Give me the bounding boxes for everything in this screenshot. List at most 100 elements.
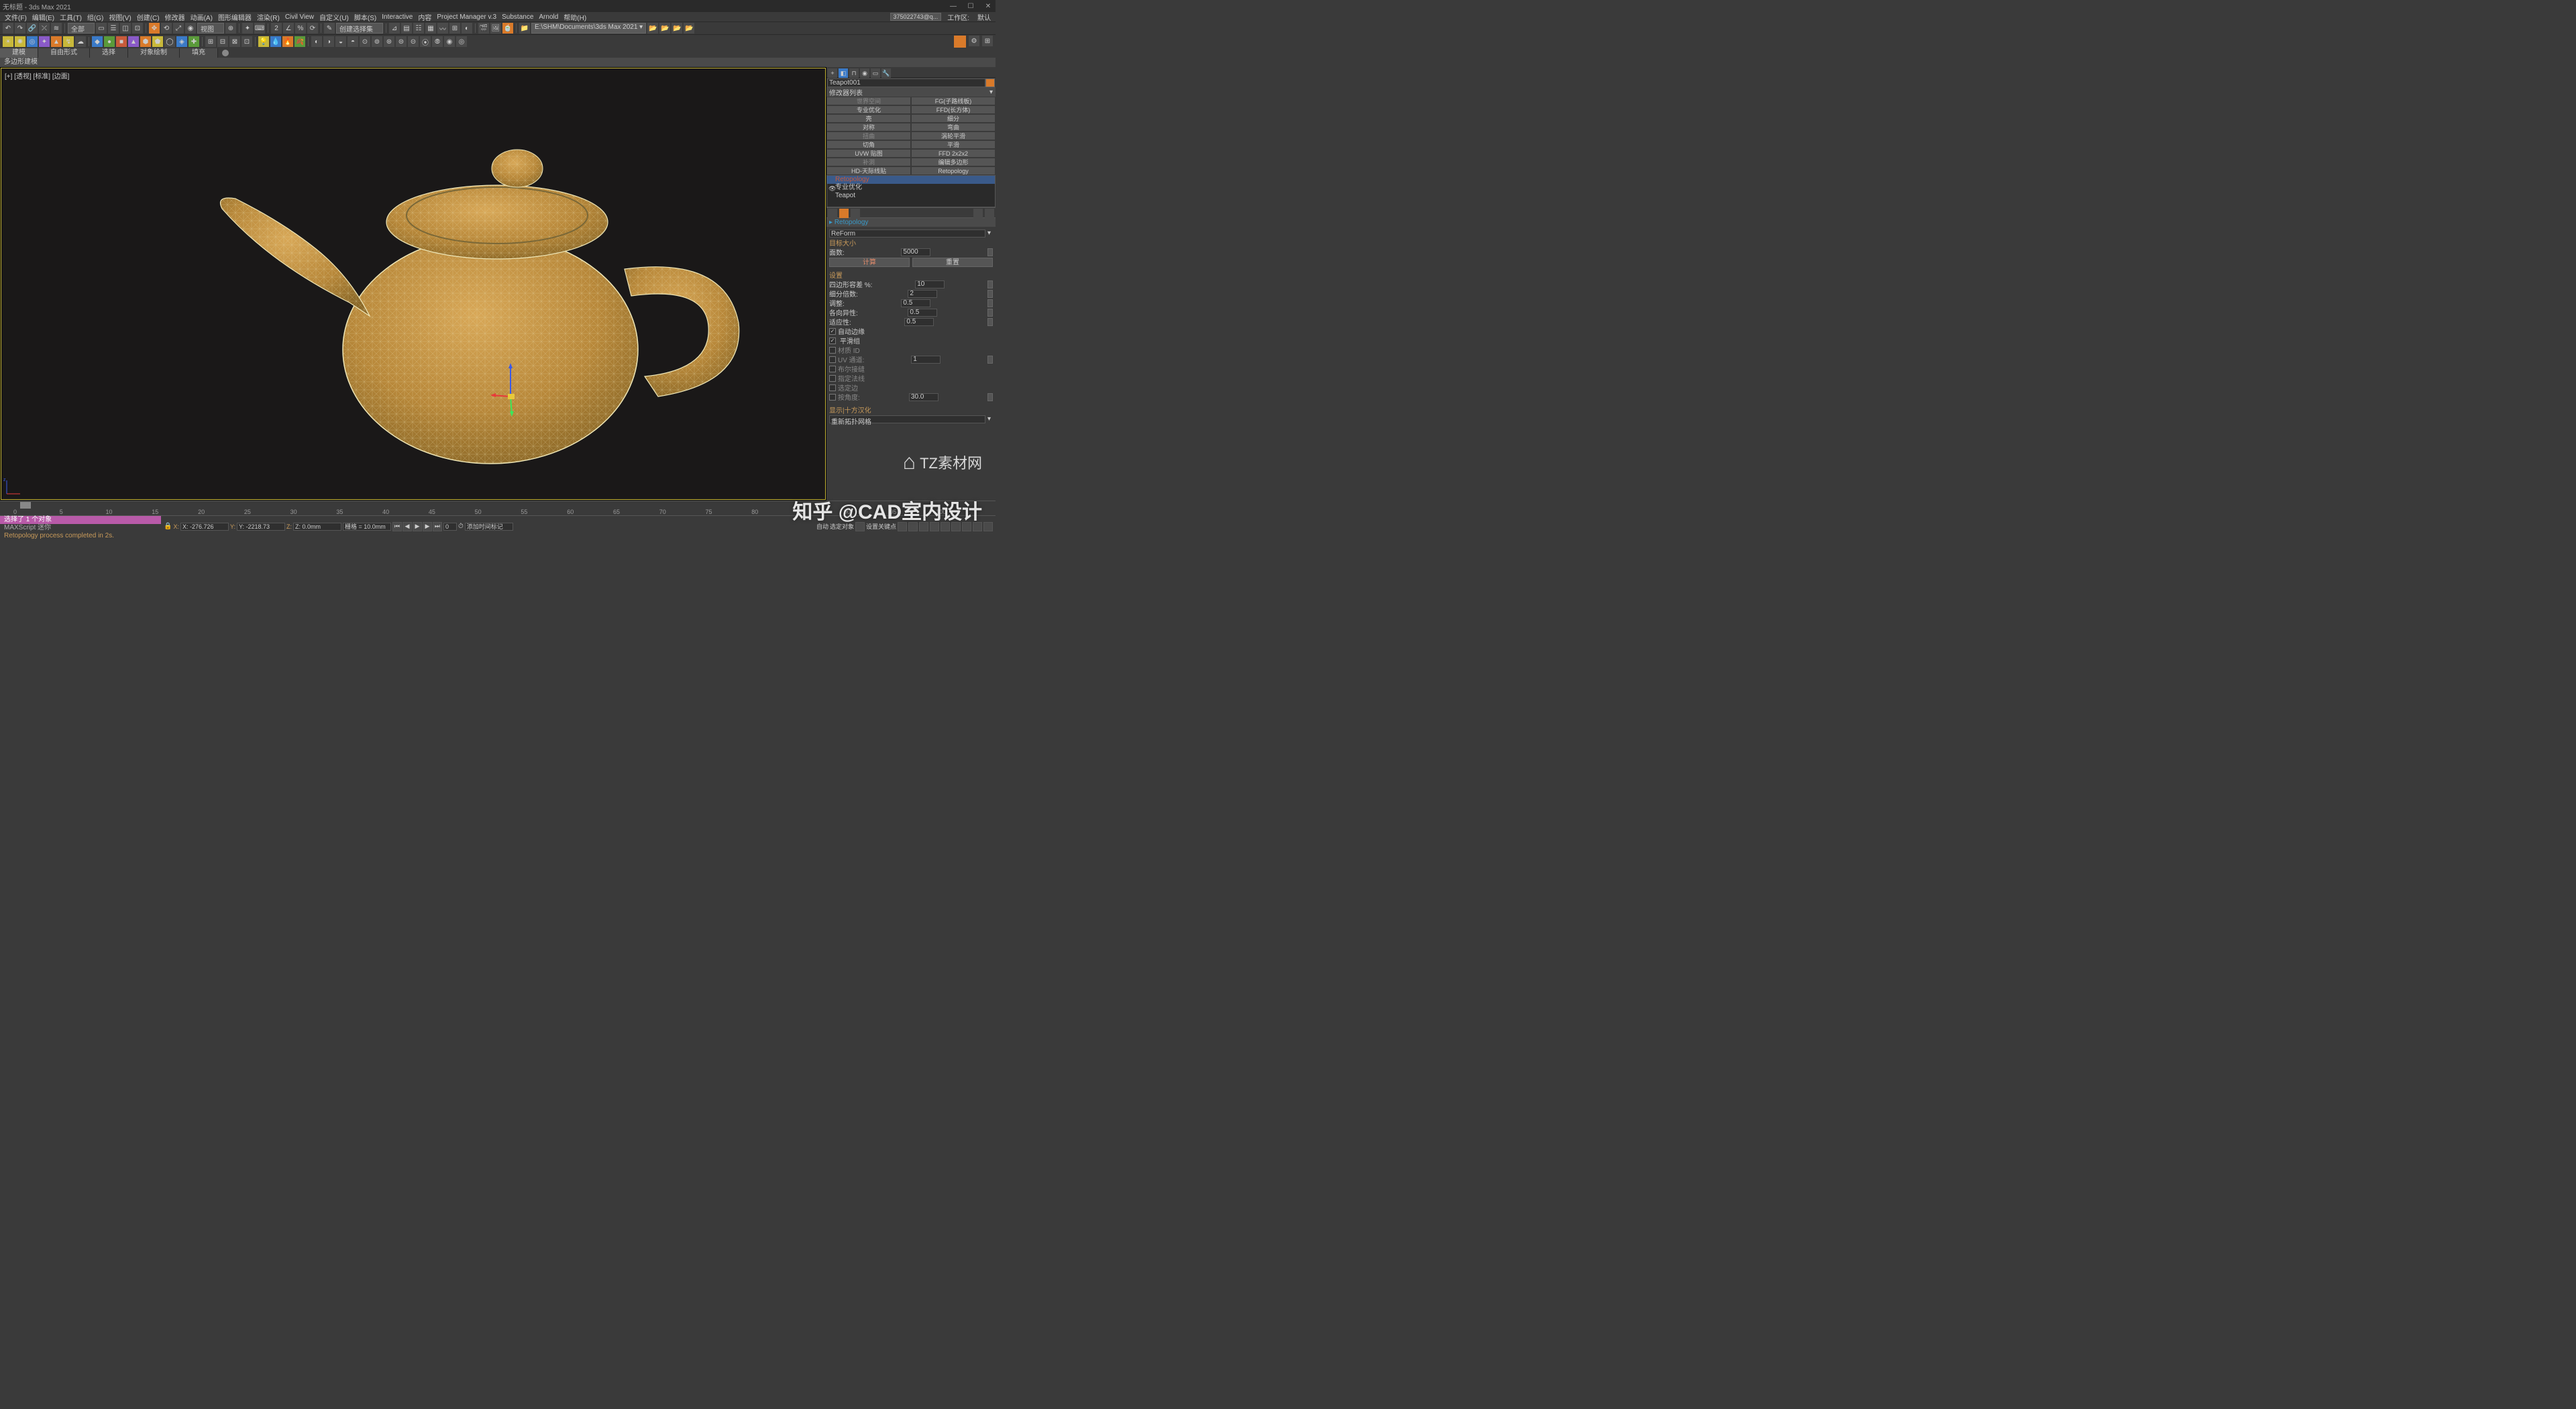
- close-icon[interactable]: ✕: [983, 3, 993, 10]
- select-scale-icon[interactable]: ⤢: [173, 23, 184, 34]
- open-folder-icon[interactable]: 📁: [519, 23, 530, 34]
- selection-filter[interactable]: 全部: [68, 23, 95, 34]
- teapot-mesh[interactable]: [175, 128, 752, 470]
- layers-icon[interactable]: ☷: [413, 23, 424, 34]
- material-editor-icon[interactable]: ◐: [462, 23, 472, 34]
- create-tab-icon[interactable]: +: [828, 68, 837, 78]
- ribbon-tab[interactable]: 自由形式: [38, 48, 90, 58]
- pan-icon[interactable]: [962, 522, 971, 531]
- spot-icon[interactable]: ▲: [51, 36, 62, 47]
- rollout-retopology[interactable]: ▸ Retopology: [826, 218, 996, 227]
- menu-item[interactable]: 渲染(R): [255, 12, 282, 22]
- menu-item[interactable]: 编辑(E): [30, 12, 56, 22]
- sun-icon[interactable]: ✺: [15, 36, 25, 47]
- spinner-icon[interactable]: [987, 309, 993, 317]
- current-frame[interactable]: 0: [443, 523, 457, 531]
- pan-view-icon[interactable]: [908, 522, 918, 531]
- modifier-button[interactable]: HD-天际线贴: [826, 166, 911, 175]
- window-crossing-icon[interactable]: ⊡: [132, 23, 143, 34]
- stack-item[interactable]: Retopology: [827, 176, 995, 184]
- modifier-button[interactable]: FFD 2x2x2: [911, 149, 996, 158]
- pin-stack-icon[interactable]: [828, 209, 837, 218]
- adaptivity-input[interactable]: [904, 318, 934, 326]
- stack-item[interactable]: 专业优化👁: [827, 184, 995, 192]
- tool-b-icon[interactable]: ⊟: [217, 36, 228, 47]
- uvchannel-input[interactable]: [911, 356, 941, 364]
- named-selset-dropdown[interactable]: 创建选择集: [336, 23, 383, 34]
- render-preset-icon[interactable]: [954, 36, 966, 48]
- modifier-button[interactable]: 细分: [911, 114, 996, 123]
- modifier-button[interactable]: 平滑: [911, 140, 996, 149]
- menu-item[interactable]: 文件(F): [3, 12, 29, 22]
- ribbon-tab[interactable]: 填充: [180, 48, 218, 58]
- show-end-result-icon[interactable]: [839, 209, 849, 218]
- smoothgroup-checkbox[interactable]: ✓: [829, 337, 836, 344]
- named-sel-icon[interactable]: ✎: [324, 23, 335, 34]
- vp-layout-icon[interactable]: ⊞: [982, 36, 993, 46]
- geo-8-icon[interactable]: ◈: [176, 36, 187, 47]
- menu-item[interactable]: 自定义(U): [317, 12, 351, 22]
- fov-icon[interactable]: [951, 522, 961, 531]
- menu-item[interactable]: 修改器: [163, 12, 187, 22]
- geo-6-icon[interactable]: ⬟: [152, 36, 163, 47]
- time-slider-thumb[interactable]: [20, 502, 31, 509]
- coord-z[interactable]: Z: 0.0mm: [293, 523, 341, 531]
- zoom-extents-icon[interactable]: [941, 522, 950, 531]
- setkey-label[interactable]: 设置关键点: [866, 522, 896, 531]
- menu-item[interactable]: Civil View: [283, 13, 316, 21]
- time-tag[interactable]: 添加时间标记: [465, 523, 513, 531]
- spinner-icon[interactable]: [987, 299, 993, 307]
- select-place-icon[interactable]: ◉: [185, 23, 196, 34]
- goto-end-icon[interactable]: ⏭: [433, 522, 442, 531]
- key-filters-icon[interactable]: [898, 522, 907, 531]
- coord-y[interactable]: Y: -2218.73: [237, 523, 285, 531]
- menu-item[interactable]: 动画(A): [189, 12, 215, 22]
- modifier-button[interactable]: 补洞: [826, 158, 911, 166]
- coord-x[interactable]: X: -276.726: [180, 523, 229, 531]
- spinner-icon[interactable]: [987, 318, 993, 326]
- uvchannel-checkbox[interactable]: [829, 356, 836, 363]
- menu-item[interactable]: 脚本(S): [352, 12, 378, 22]
- manipulate-icon[interactable]: ✦: [242, 23, 253, 34]
- configure-sets-icon[interactable]: [985, 209, 994, 218]
- bulb-icon[interactable]: 💡: [258, 36, 269, 47]
- redo-icon[interactable]: ↷: [15, 23, 25, 34]
- tool-c-icon[interactable]: ⊠: [229, 36, 240, 47]
- pivot-icon[interactable]: ⊕: [225, 23, 236, 34]
- hierarchy-tab-icon[interactable]: ⊓: [849, 68, 859, 78]
- spinner-icon[interactable]: [987, 356, 993, 364]
- stack-item[interactable]: Teapot: [827, 192, 995, 200]
- modifier-button[interactable]: 对称: [826, 123, 911, 132]
- menu-item[interactable]: 工具(T): [58, 12, 84, 22]
- spinner-icon[interactable]: [987, 280, 993, 289]
- modifier-button[interactable]: FFD(长方体): [911, 105, 996, 114]
- direct-icon[interactable]: ↯: [63, 36, 74, 47]
- specnormal-checkbox[interactable]: [829, 375, 836, 382]
- minimize-icon[interactable]: ―: [949, 3, 958, 10]
- select-icon[interactable]: ▭: [96, 23, 107, 34]
- menu-item[interactable]: 内容: [416, 12, 433, 22]
- maximize-icon[interactable]: ☐: [966, 3, 975, 10]
- time-slider[interactable]: 0510152025303540455055606570758085909510…: [0, 501, 996, 515]
- autoedge-checkbox[interactable]: ✓: [829, 328, 836, 335]
- faces-input[interactable]: [901, 248, 930, 256]
- folder-4-icon[interactable]: 📂: [684, 23, 694, 34]
- misc-7-icon[interactable]: ⊛: [384, 36, 394, 47]
- modifier-button[interactable]: 编辑多边形: [911, 158, 996, 166]
- geo-7-icon[interactable]: ◯: [164, 36, 175, 47]
- geo-2-icon[interactable]: ●: [104, 36, 115, 47]
- display-dropdown[interactable]: 重新拓扑网格: [829, 415, 985, 423]
- object-color-swatch[interactable]: [985, 79, 995, 87]
- menu-item[interactable]: Interactive: [380, 13, 415, 21]
- select-name-icon[interactable]: ☰: [108, 23, 119, 34]
- spinner-icon[interactable]: [987, 290, 993, 298]
- anisotropy-input[interactable]: [908, 309, 937, 317]
- misc-11-icon[interactable]: ⦾: [432, 36, 443, 47]
- modifier-button[interactable]: 壳: [826, 114, 911, 123]
- spinner-icon[interactable]: [987, 248, 993, 256]
- misc-2-icon[interactable]: ◑: [323, 36, 334, 47]
- time-config-icon[interactable]: ⏱: [458, 523, 464, 530]
- ribbon-tab[interactable]: 建模: [0, 48, 38, 58]
- target-light-icon[interactable]: ◎: [27, 36, 38, 47]
- remove-modifier-icon[interactable]: [973, 209, 983, 218]
